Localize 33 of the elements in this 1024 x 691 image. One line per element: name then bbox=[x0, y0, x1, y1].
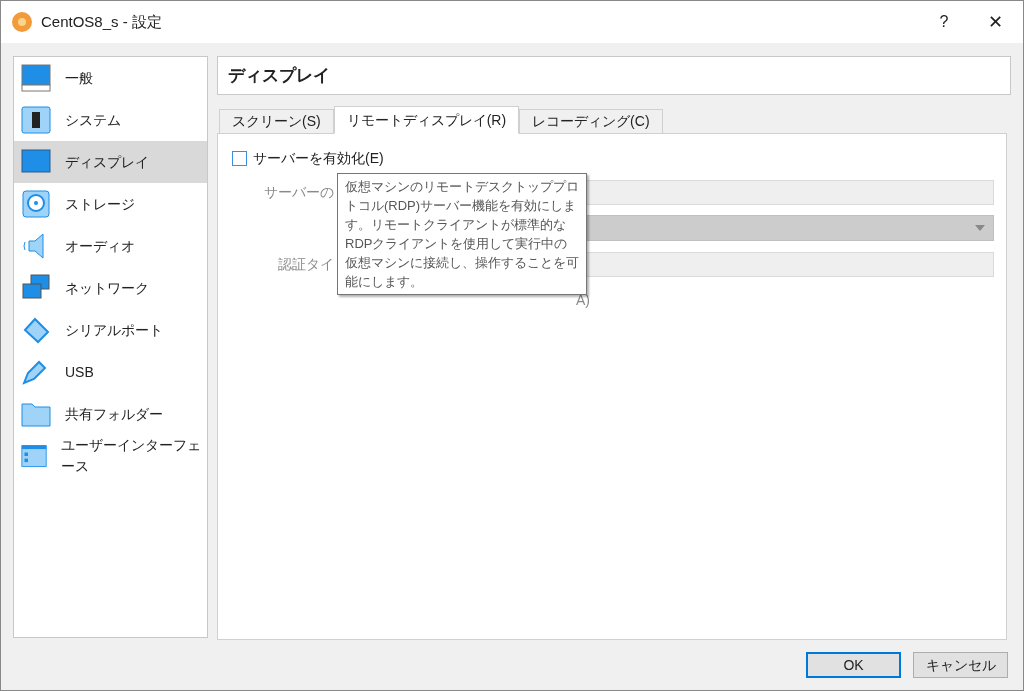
chip-icon bbox=[21, 106, 51, 134]
category-item[interactable]: ディスプレイ bbox=[14, 141, 207, 183]
category-item[interactable]: 一般 bbox=[14, 57, 207, 99]
window-title: CentOS8_s - 設定 bbox=[41, 11, 162, 32]
connector-icon bbox=[21, 316, 51, 344]
network-icon bbox=[21, 274, 51, 302]
dialog-button[interactable]: キャンセル bbox=[913, 652, 1008, 678]
monitor-icon bbox=[21, 64, 51, 92]
field-label: 認証タイ bbox=[278, 254, 334, 274]
app-logo-icon bbox=[11, 11, 33, 33]
category-item[interactable]: ネットワーク bbox=[14, 267, 207, 309]
window-icon bbox=[21, 442, 48, 470]
page-title: ディスプレイ bbox=[217, 56, 1011, 95]
dialog-button[interactable]: OK bbox=[806, 652, 901, 678]
checkbox-label[interactable]: サーバーを有効化(E) bbox=[253, 148, 384, 169]
category-item[interactable]: USB bbox=[14, 351, 207, 393]
help-button[interactable]: ? bbox=[921, 1, 967, 43]
tooltip: 仮想マシンのリモートデスクトッププロトコル(RDP)サーバー機能を有効にします。リモートクライアントが標準的なRDPクライアントを使用して実行中の仮想マシンに接続し、操作することを可能にします。 bbox=[337, 173, 587, 295]
folder-icon bbox=[21, 400, 51, 428]
tab[interactable]: スクリーン(S) bbox=[219, 109, 334, 133]
tab[interactable]: リモートディスプレイ(R) bbox=[333, 106, 520, 134]
category-item[interactable]: ユーザーインターフェース bbox=[14, 435, 207, 477]
category-item[interactable]: システム bbox=[14, 99, 207, 141]
field-label: サーバーの bbox=[264, 182, 334, 202]
category-item[interactable]: 共有フォルダー bbox=[14, 393, 207, 435]
chevron-down-icon bbox=[975, 225, 985, 231]
category-item[interactable]: ストレージ bbox=[14, 183, 207, 225]
checkbox[interactable] bbox=[232, 151, 247, 166]
tab[interactable]: レコーディング(C) bbox=[519, 109, 663, 133]
category-item[interactable]: シリアルポート bbox=[14, 309, 207, 351]
category-item[interactable]: オーディオ bbox=[14, 225, 207, 267]
monitor-icon bbox=[21, 148, 51, 176]
close-button[interactable]: ✕ bbox=[967, 1, 1023, 43]
